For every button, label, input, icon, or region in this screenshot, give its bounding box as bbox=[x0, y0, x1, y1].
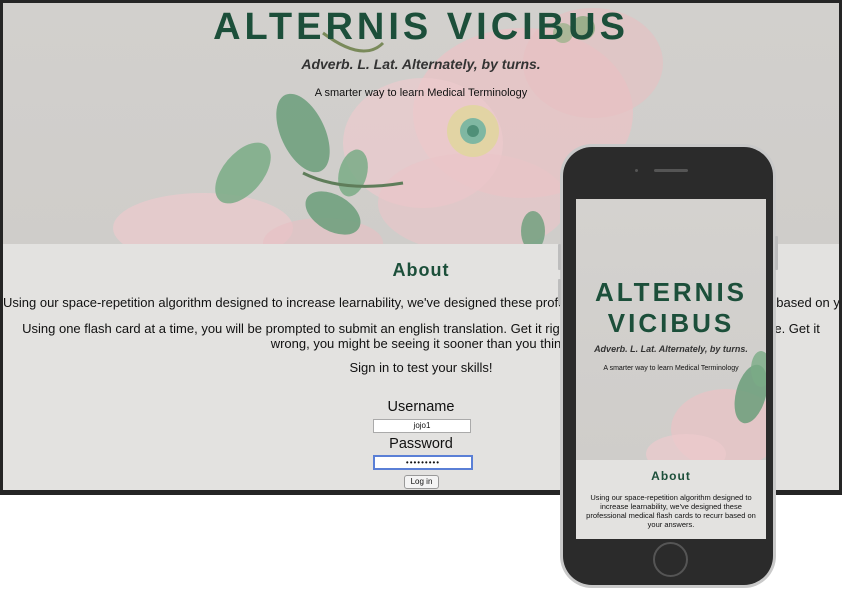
speaker-grille bbox=[654, 169, 688, 172]
phone-body: ALTERNIS VICIBUS Adverb. L. Lat. Alterna… bbox=[563, 147, 773, 585]
phone-power-button bbox=[775, 236, 778, 270]
login-button[interactable]: Log in bbox=[404, 475, 439, 489]
phone-site-tagline: A smarter way to learn Medical Terminolo… bbox=[603, 365, 739, 372]
phone-hero-banner: ALTERNIS VICIBUS Adverb. L. Lat. Alterna… bbox=[576, 199, 766, 460]
password-input[interactable]: ••••••••• bbox=[373, 455, 473, 470]
phone-site-subtitle: Adverb. L. Lat. Alternately, by turns. bbox=[594, 344, 748, 354]
username-input[interactable]: jojo1 bbox=[373, 419, 471, 433]
phone-mockup: ALTERNIS VICIBUS Adverb. L. Lat. Alterna… bbox=[558, 144, 778, 588]
site-title: ALTERNIS VICIBUS bbox=[213, 6, 629, 48]
camera-icon bbox=[635, 169, 638, 172]
phone-about-paragraph: Using our space-repetition algorithm des… bbox=[586, 493, 756, 529]
home-button[interactable] bbox=[653, 542, 688, 577]
site-tagline: A smarter way to learn Medical Terminolo… bbox=[314, 87, 528, 99]
phone-side-button bbox=[558, 279, 561, 305]
phone-side-button bbox=[558, 244, 561, 270]
site-subtitle: Adverb. L. Lat. Alternately, by turns. bbox=[301, 56, 541, 72]
phone-screen: ALTERNIS VICIBUS Adverb. L. Lat. Alterna… bbox=[576, 199, 766, 539]
phone-about-heading: About bbox=[651, 469, 691, 483]
phone-site-title: ALTERNIS VICIBUS bbox=[594, 277, 748, 338]
